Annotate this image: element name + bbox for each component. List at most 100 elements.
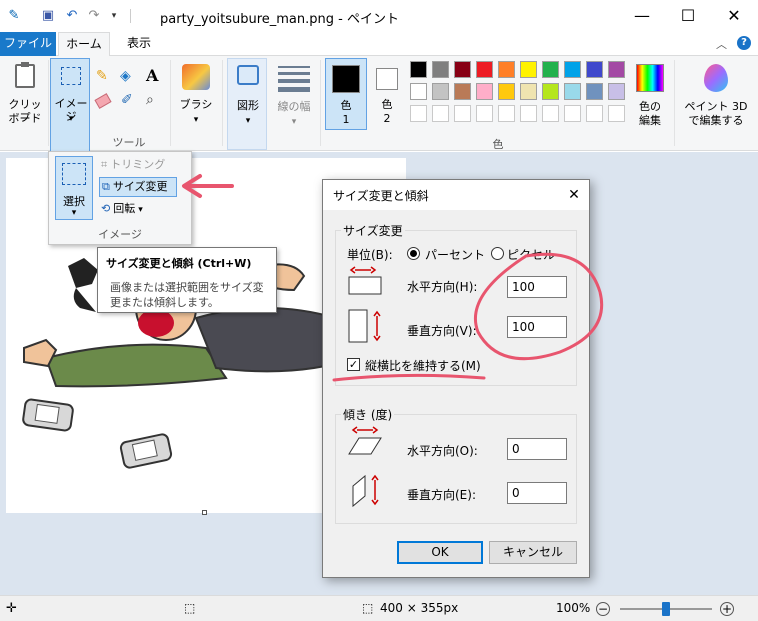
eraser-icon[interactable] — [94, 93, 112, 109]
palette-color-swatch[interactable] — [410, 83, 427, 100]
tab-file[interactable]: ファイル — [0, 32, 56, 56]
palette-empty-swatch[interactable] — [432, 105, 449, 122]
palette-color-swatch[interactable] — [498, 83, 515, 100]
palette-color-swatch[interactable] — [520, 83, 537, 100]
group-divider — [48, 60, 49, 146]
undo-icon[interactable]: ↶ — [64, 8, 80, 24]
palette-empty-swatch[interactable] — [410, 105, 427, 122]
vertical-skew-icon — [352, 474, 379, 508]
redo-icon[interactable]: ↷ — [86, 8, 102, 24]
brush-label: ブラシ — [179, 98, 213, 111]
select-button[interactable]: 選択 ▾ — [55, 156, 93, 220]
color-picker-icon[interactable]: ✐ — [121, 92, 133, 108]
palette-color-swatch[interactable] — [542, 83, 559, 100]
color2-button[interactable]: 色 2 — [370, 58, 406, 130]
group-divider — [170, 60, 171, 146]
palette-color-swatch[interactable] — [564, 61, 581, 78]
palette-empty-swatch[interactable] — [498, 105, 515, 122]
palette-color-swatch[interactable] — [498, 61, 515, 78]
colors-group-label: 色 — [492, 138, 504, 151]
color-palette — [410, 61, 630, 129]
window-title: party_yoitsubure_man.png - ペイント — [160, 12, 399, 27]
palette-color-swatch[interactable] — [432, 83, 449, 100]
palette-empty-swatch[interactable] — [542, 105, 559, 122]
palette-color-swatch[interactable] — [608, 61, 625, 78]
clipboard-button[interactable]: クリップ ボード — [4, 60, 46, 132]
shapes-button[interactable]: 図形 ▾ — [227, 58, 267, 150]
skew-section-label: 傾き (度) — [341, 406, 395, 423]
paint3d-button[interactable]: ペイント 3D で編集する — [678, 60, 754, 132]
line-width-button[interactable]: 線の幅 ▾ — [272, 60, 316, 132]
skew-vertical-input[interactable]: 0 — [507, 482, 567, 504]
palette-empty-swatch[interactable] — [454, 105, 471, 122]
palette-color-swatch[interactable] — [432, 61, 449, 78]
skew-horizontal-input[interactable]: 0 — [507, 438, 567, 460]
image-menu-button[interactable]: イメージ ▾ — [50, 58, 90, 152]
palette-empty-swatch[interactable] — [520, 105, 537, 122]
zoom-level-text: 100% — [556, 601, 591, 615]
palette-empty-swatch[interactable] — [608, 105, 625, 122]
brush-icon — [182, 64, 210, 90]
customize-qa-icon[interactable]: ▾ — [106, 8, 122, 24]
color2-label-1: 色 — [381, 98, 393, 111]
select-rect-icon — [61, 67, 81, 85]
annotation-arrow — [182, 174, 234, 198]
help-icon[interactable]: ? — [737, 36, 751, 50]
save-icon[interactable]: ▣ — [40, 8, 56, 24]
edit-colors-label-2: 編集 — [639, 114, 661, 127]
minimize-button[interactable]: — — [619, 0, 665, 32]
palette-color-swatch[interactable] — [454, 83, 471, 100]
palette-color-swatch[interactable] — [476, 61, 493, 78]
rotate-icon: ⟲ — [101, 202, 111, 215]
magnifier-icon[interactable]: ⌕ — [146, 92, 154, 108]
palette-color-swatch[interactable] — [476, 83, 493, 100]
group-divider — [674, 60, 675, 146]
palette-empty-swatch[interactable] — [586, 105, 603, 122]
zoom-slider[interactable] — [620, 602, 712, 616]
resize-icon: ⧉ — [102, 180, 110, 193]
pencil-icon[interactable]: ✎ — [96, 68, 108, 84]
zoom-slider-thumb[interactable] — [662, 602, 670, 616]
chevron-down-icon: ▾ — [193, 115, 199, 125]
image-group-label: イメージ — [98, 228, 142, 241]
palette-empty-swatch[interactable] — [476, 105, 493, 122]
brush-button[interactable]: ブラシ ▾ — [174, 60, 218, 132]
chevron-down-icon: ▾ — [71, 208, 77, 218]
palette-color-swatch[interactable] — [410, 61, 427, 78]
resize-section-label: サイズ変更 — [341, 222, 405, 239]
text-icon[interactable]: A — [146, 66, 158, 85]
rainbow-icon — [636, 64, 664, 92]
palette-color-swatch[interactable] — [586, 83, 603, 100]
resize-button[interactable]: ⧉ サイズ変更 — [99, 177, 177, 197]
dialog-close-button[interactable]: ✕ — [563, 184, 585, 206]
tooltip-body-2: 更または傾斜します。 — [110, 296, 219, 309]
palette-color-swatch[interactable] — [586, 61, 603, 78]
crop-button[interactable]: ⌗ トリミング — [101, 156, 181, 174]
zoom-out-button[interactable]: − — [596, 602, 610, 616]
cursor-position-icon: ✛ — [6, 601, 17, 616]
color2-label-2: 2 — [383, 112, 391, 125]
clipboard-label-2: ボード — [8, 112, 42, 125]
tab-view[interactable]: 表示 — [114, 32, 164, 56]
close-button[interactable]: ✕ — [711, 0, 757, 32]
palette-color-swatch[interactable] — [564, 83, 581, 100]
color1-button[interactable]: 色 1 — [325, 58, 367, 130]
palette-empty-swatch[interactable] — [564, 105, 581, 122]
image-size-text: 400 × 355px — [380, 601, 459, 615]
palette-color-swatch[interactable] — [542, 61, 559, 78]
palette-color-swatch[interactable] — [454, 61, 471, 78]
cancel-button[interactable]: キャンセル — [489, 541, 577, 564]
edit-colors-button[interactable]: 色の 編集 — [632, 60, 668, 132]
rotate-button[interactable]: ⟲ 回転 ▾ — [101, 200, 181, 218]
maximize-button[interactable]: ☐ — [665, 0, 711, 32]
zoom-in-button[interactable]: + — [720, 602, 734, 616]
fill-icon[interactable]: ◈ — [120, 68, 131, 84]
resize-handle[interactable] — [202, 510, 207, 515]
palette-color-swatch[interactable] — [608, 83, 625, 100]
paint3d-label-2: で編集する — [688, 114, 744, 127]
collapse-ribbon-icon[interactable]: ︿ — [716, 36, 727, 52]
tab-home[interactable]: ホーム — [58, 32, 110, 57]
palette-color-swatch[interactable] — [520, 61, 537, 78]
edit-colors-label-1: 色の — [639, 100, 661, 113]
ok-button[interactable]: OK — [397, 541, 483, 564]
